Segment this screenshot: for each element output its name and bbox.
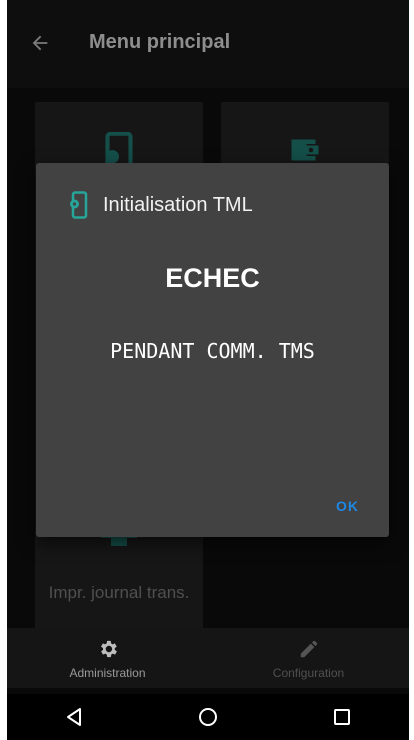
dialog-status-text: ECHEC — [165, 263, 260, 293]
nav-item-configuration[interactable]: Configuration — [208, 628, 409, 688]
system-home-button[interactable] — [188, 697, 228, 737]
system-recents-button[interactable] — [322, 697, 362, 737]
system-nav-bar — [7, 694, 409, 740]
nav-label-configuration: Configuration — [272, 666, 345, 680]
back-triangle-icon — [67, 708, 81, 726]
system-back-button[interactable] — [54, 697, 94, 737]
ok-button[interactable]: OK — [336, 498, 359, 514]
app-screen: Menu principal Impr. journal trans. Init… — [7, 0, 409, 740]
bottom-nav: Administration Configuration — [7, 628, 409, 688]
nav-item-administration[interactable]: Administration — [7, 628, 208, 688]
nav-label-administration: Administration — [69, 666, 146, 680]
tml-init-dialog: Initialisation TML ECHEC PENDANT COMM. T… — [36, 163, 389, 537]
home-circle-icon — [199, 708, 217, 726]
dialog-message: PENDANT COMM. TMS — [110, 339, 315, 363]
dialog-header: Initialisation TML — [69, 191, 253, 219]
recents-square-icon — [334, 709, 350, 725]
dialog-title: Initialisation TML — [103, 193, 253, 216]
gear-icon — [100, 640, 117, 658]
phone-gear-icon — [70, 191, 88, 219]
pencil-icon — [300, 640, 317, 658]
